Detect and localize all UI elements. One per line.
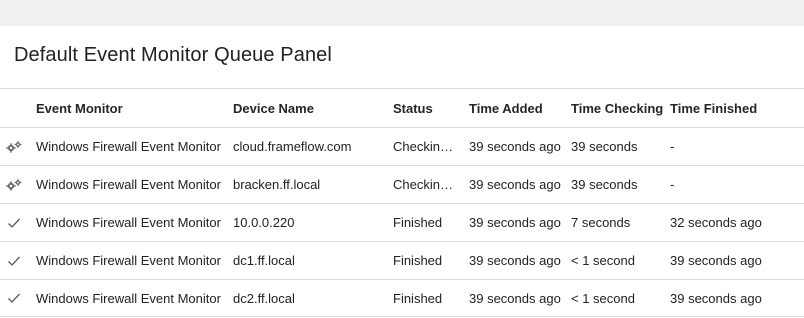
status-cell: Finished (393, 242, 459, 279)
device-name-cell: dc1.ff.local (233, 253, 295, 268)
table-row[interactable]: Windows Firewall Event Monitor dc1.ff.lo… (0, 242, 804, 280)
device-name-cell: bracken.ff.local (233, 177, 321, 192)
table-row[interactable]: Windows Firewall Event Monitor 10.0.0.22… (0, 204, 804, 242)
time-finished-cell: 32 seconds ago (670, 215, 762, 230)
device-name-cell: dc2.ff.local (233, 290, 295, 306)
time-finished-cell: - (670, 177, 675, 192)
table-row[interactable]: Windows Firewall Event Monitor cloud.fra… (0, 128, 804, 166)
time-finished-cell: 39 seconds ago (670, 290, 762, 306)
column-header-status[interactable]: Status (393, 89, 459, 127)
table-row[interactable]: Windows Firewall Event Monitor bracken.f… (0, 166, 804, 204)
event-monitor-cell: Windows Firewall Event Monitor (36, 139, 221, 154)
device-name-cell: 10.0.0.220 (233, 215, 295, 230)
status-text: Finished (393, 290, 443, 306)
gears-icon (4, 128, 24, 165)
event-monitor-cell: Windows Firewall Event Monitor (36, 215, 221, 230)
column-header-time-added[interactable]: Time Added (469, 89, 565, 127)
time-added-cell: 39 seconds ago (469, 253, 561, 268)
time-added-cell: 39 seconds ago (469, 177, 561, 192)
panel-title: Default Event Monitor Queue Panel (14, 44, 332, 66)
time-added-cell: 39 seconds ago (469, 290, 561, 306)
status-text: Checking… (393, 139, 459, 154)
column-header-time-checking[interactable]: Time Checking (571, 89, 665, 127)
status-text: Finished (393, 215, 443, 230)
table-header-row: Event Monitor Device Name Status Time Ad… (0, 88, 804, 128)
checkmark-icon (4, 280, 24, 316)
status-text: Finished (393, 253, 443, 268)
checkmark-icon (4, 242, 24, 279)
status-cell: Finished (393, 280, 459, 316)
device-name-cell: cloud.frameflow.com (233, 139, 352, 154)
time-finished-cell: - (670, 139, 675, 154)
table-row[interactable]: Windows Firewall Event Monitor dc2.ff.lo… (0, 280, 804, 317)
event-monitor-cell: Windows Firewall Event Monitor (36, 177, 221, 192)
time-added-cell: 39 seconds ago (469, 215, 561, 230)
event-monitor-cell: Windows Firewall Event Monitor (36, 253, 221, 268)
status-cell: Checking… (393, 128, 459, 165)
time-checking-cell: < 1 second (571, 253, 635, 268)
time-checking-cell: 7 seconds (571, 215, 631, 230)
time-checking-cell: 39 seconds (571, 177, 638, 192)
checkmark-icon (4, 204, 24, 241)
gears-icon (4, 166, 24, 203)
event-monitor-cell: Windows Firewall Event Monitor (36, 290, 221, 306)
column-header-event-monitor[interactable]: Event Monitor (36, 89, 226, 127)
column-header-time-finished[interactable]: Time Finished (670, 89, 790, 127)
status-cell: Checking… (393, 166, 459, 203)
time-checking-cell: < 1 second (571, 290, 635, 306)
column-header-device-name[interactable]: Device Name (233, 89, 388, 127)
status-cell: Finished (393, 204, 459, 241)
time-checking-cell: 39 seconds (571, 139, 638, 154)
header-icon-cell (4, 89, 24, 127)
time-added-cell: 39 seconds ago (469, 139, 561, 154)
event-monitor-queue-table: Event Monitor Device Name Status Time Ad… (0, 88, 804, 317)
top-bar (0, 0, 804, 26)
status-text: Checking… (393, 177, 459, 192)
time-finished-cell: 39 seconds ago (670, 253, 762, 268)
